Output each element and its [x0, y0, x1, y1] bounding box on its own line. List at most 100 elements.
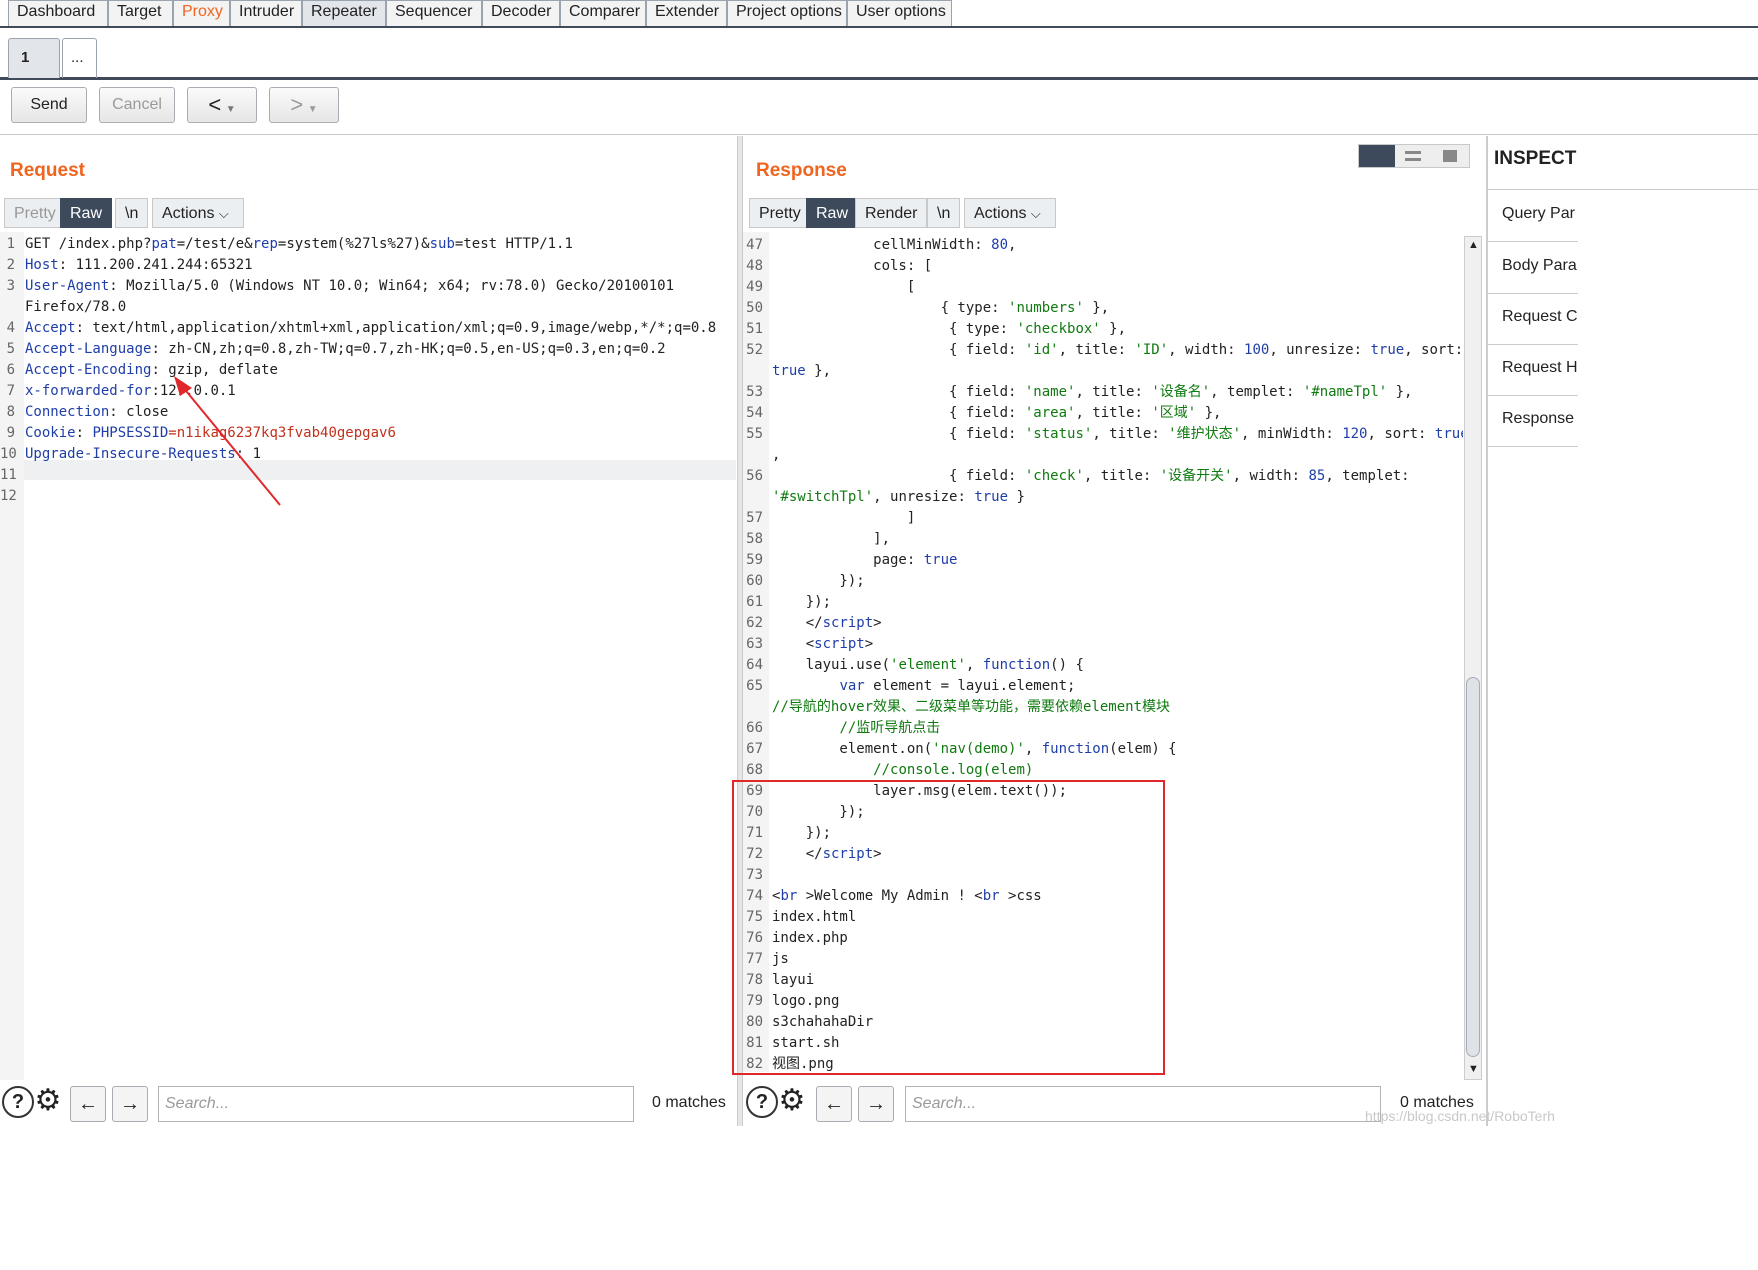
request-newline-tab[interactable]: \n — [115, 198, 149, 228]
inspector-request-cookies[interactable]: Request C — [1488, 289, 1578, 345]
code-line: 61 }); — [743, 592, 1463, 613]
code-token: User-Agent — [25, 278, 110, 294]
code-token: =test HTTP/1.1 — [454, 236, 573, 252]
line-number: 54 — [746, 405, 763, 421]
inspector-request-headers[interactable]: Request H — [1488, 340, 1578, 396]
line-number: 4 — [6, 320, 15, 336]
cancel-button[interactable]: Cancel — [99, 87, 175, 123]
gear-icon[interactable]: ⚙ — [32, 1084, 64, 1120]
response-scrollbar[interactable]: ▲ ▼ — [1464, 236, 1482, 1080]
next-match-button[interactable]: → — [112, 1086, 148, 1122]
line-number: 11 — [0, 467, 17, 483]
scroll-up-icon[interactable]: ▲ — [1468, 239, 1479, 251]
inspector-body-params[interactable]: Body Para — [1488, 238, 1578, 294]
line-number: 12 — [0, 488, 17, 504]
code-line: 4 Accept: text/html,application/xhtml+xml… — [0, 318, 735, 339]
side-by-side-layout-icon[interactable] — [1359, 145, 1395, 167]
response-newline-tab[interactable]: \n — [927, 198, 961, 228]
code-line: 55 { field: 'status', title: '维护状态', min… — [743, 424, 1463, 445]
tab-decoder[interactable]: Decoder — [482, 0, 560, 26]
gear-icon[interactable]: ⚙ — [776, 1084, 808, 1120]
tab-extender[interactable]: Extender — [646, 0, 727, 26]
code-token: , width: — [1232, 468, 1309, 484]
request-editor[interactable]: 1 GET /index.php?pat=/test/e&rep=system(%… — [0, 234, 735, 507]
code-token: =/test/e& — [176, 236, 253, 252]
tab-repeater[interactable]: Repeater — [302, 0, 386, 26]
next-match-button[interactable]: → — [858, 1086, 894, 1122]
code-token: pat — [151, 236, 177, 252]
actions-label: Actions — [974, 205, 1027, 222]
tabbed-layout-icon[interactable] — [1443, 150, 1457, 162]
inspector-query-params[interactable]: Query Par — [1488, 186, 1578, 242]
line-number: 65 — [746, 678, 763, 694]
line-text: page: true — [772, 550, 957, 571]
code-token: var — [839, 678, 865, 694]
code-token: //console.log(elem) — [873, 762, 1034, 778]
request-pretty-tab[interactable]: Pretty — [4, 198, 66, 228]
tab-proxy[interactable]: Proxy — [173, 0, 230, 26]
line-number: 58 — [746, 531, 763, 547]
code-token: Accept — [25, 320, 76, 336]
help-icon[interactable]: ? — [2, 1086, 34, 1118]
code-token: { field: — [772, 405, 1025, 421]
code-token: 'name' — [1024, 384, 1076, 400]
chevron-down-icon: ▼ — [225, 104, 236, 115]
inspector-response-headers[interactable]: Response — [1488, 391, 1578, 447]
line-text: Accept: text/html,application/xhtml+xml,… — [25, 318, 716, 339]
help-icon[interactable]: ? — [746, 1086, 778, 1118]
code-token: Connection — [25, 404, 110, 420]
code-token: true — [923, 552, 958, 568]
code-line: 11 — [0, 465, 735, 486]
chevron-down-icon: ▼ — [307, 104, 318, 115]
forward-arrow-icon: > — [290, 92, 304, 117]
forward-button[interactable]: > ▼ — [269, 87, 339, 123]
scroll-down-icon[interactable]: ▼ — [1468, 1063, 1479, 1075]
code-line: 57 ] — [743, 508, 1463, 529]
code-token: '维护状态' — [1168, 426, 1242, 442]
line-text: Accept-Language: zh-CN,zh;q=0.8,zh-TW;q=… — [25, 339, 666, 360]
code-token: 100 — [1244, 342, 1270, 358]
code-token: , title: — [1075, 405, 1152, 421]
code-token: , templet: — [1325, 468, 1410, 484]
new-tab-button[interactable]: ... — [62, 38, 97, 78]
line-text: //监听导航点击 — [772, 718, 940, 739]
code-line: 62 </script> — [743, 613, 1463, 634]
tab-project-options[interactable]: Project options — [727, 0, 847, 26]
code-token: [ — [772, 279, 916, 295]
request-actions-menu[interactable]: Actions ⌵ — [152, 198, 244, 228]
tab-target[interactable]: Target — [108, 0, 173, 26]
repeater-tab-1[interactable]: 1 × — [8, 38, 60, 103]
code-token: 85 — [1308, 468, 1326, 484]
tab-intruder[interactable]: Intruder — [230, 0, 302, 26]
request-raw-tab[interactable]: Raw — [60, 198, 113, 228]
line-text: </script> — [772, 613, 882, 634]
line-number: 9 — [6, 425, 15, 441]
response-search-input[interactable]: Search... — [905, 1086, 1381, 1122]
code-line: 54 { field: 'area', title: '区域' }, — [743, 403, 1463, 424]
code-token: ], — [772, 531, 891, 547]
line-text: ], — [772, 529, 890, 550]
previous-match-button[interactable]: ← — [816, 1086, 852, 1122]
scrollbar-thumb[interactable] — [1466, 677, 1480, 1057]
stacked-layout-icon[interactable] — [1405, 151, 1421, 161]
code-token: : 111.200.241.244:65321 — [58, 257, 253, 273]
code-token: 80 — [991, 237, 1009, 253]
response-raw-tab[interactable]: Raw — [806, 198, 859, 228]
repeater-tab-label: 1 — [21, 49, 30, 66]
request-search-input[interactable]: Search... — [158, 1086, 634, 1122]
tab-user-options[interactable]: User options — [847, 0, 952, 26]
line-text: layui.use('element', function() { — [772, 655, 1084, 676]
code-token: , — [1024, 741, 1042, 757]
response-actions-menu[interactable]: Actions ⌵ — [964, 198, 1056, 228]
previous-match-button[interactable]: ← — [70, 1086, 106, 1122]
send-button[interactable]: Send — [11, 87, 87, 123]
tab-comparer[interactable]: Comparer — [560, 0, 646, 26]
tab-dashboard[interactable]: Dashboard — [8, 0, 108, 26]
back-button[interactable]: < ▼ — [187, 87, 257, 123]
tab-sequencer[interactable]: Sequencer — [386, 0, 482, 26]
line-text: Host: 111.200.241.244:65321 — [25, 255, 253, 276]
response-pretty-tab[interactable]: Pretty — [749, 198, 811, 228]
response-render-tab[interactable]: Render — [855, 198, 928, 228]
code-token: x-forwarded-for — [25, 383, 152, 399]
